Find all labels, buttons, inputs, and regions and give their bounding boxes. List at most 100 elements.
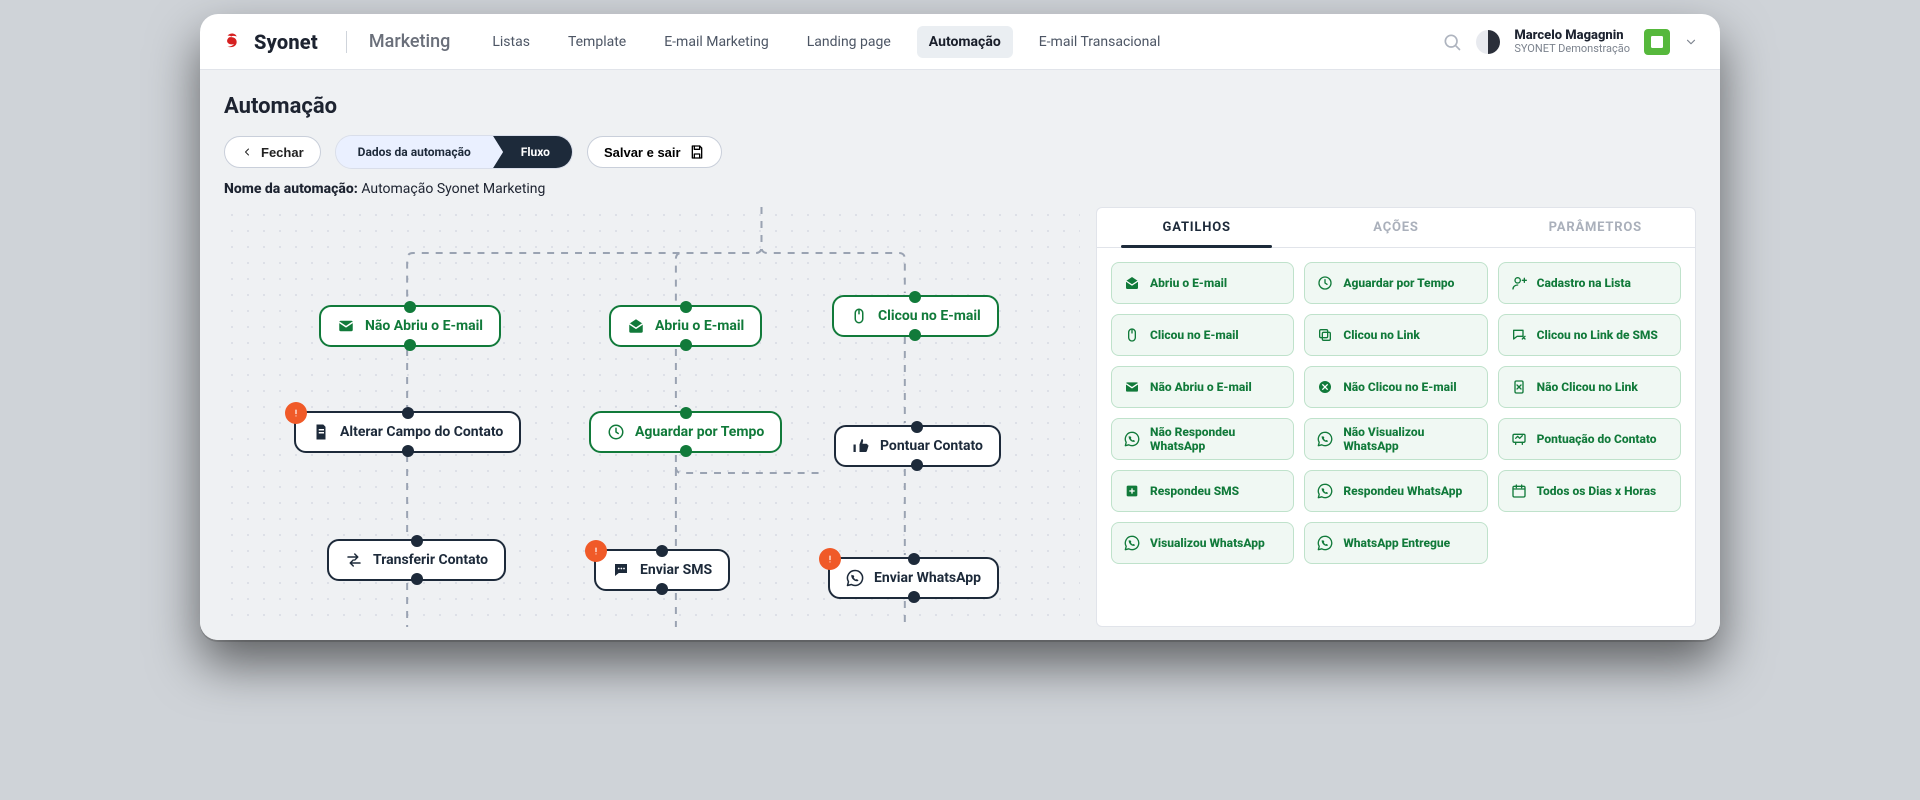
palette-item-label: Respondeu SMS xyxy=(1150,484,1239,498)
brand-mark-icon xyxy=(222,31,244,53)
clock-icon xyxy=(1317,275,1333,291)
app-frame: Syonet Marketing Listas Template E-mail … xyxy=(200,14,1720,640)
node-alterar-campo[interactable]: Alterar Campo do Contato xyxy=(294,411,521,453)
save-icon xyxy=(689,144,705,160)
mail-open-icon xyxy=(627,317,645,335)
brand-divider xyxy=(346,31,347,53)
step-dados[interactable]: Dados da automação xyxy=(336,136,493,168)
palette-item[interactable]: Todos os Dias x Horas xyxy=(1498,470,1681,512)
warning-badge-icon xyxy=(585,540,607,562)
tab-gatilhos[interactable]: GATILHOS xyxy=(1097,208,1296,247)
node-enviar-whatsapp[interactable]: Enviar WhatsApp xyxy=(828,557,999,599)
search-icon[interactable] xyxy=(1442,32,1462,52)
swap-icon xyxy=(345,551,363,569)
palette-item-label: Respondeu WhatsApp xyxy=(1343,484,1462,498)
tab-acoes[interactable]: AÇÕES xyxy=(1296,208,1495,247)
mouse-icon xyxy=(1124,327,1140,343)
palette-item[interactable]: Pontuação do Contato xyxy=(1498,418,1681,460)
palette-item-label: Visualizou WhatsApp xyxy=(1150,536,1265,550)
palette-item[interactable]: Visualizou WhatsApp xyxy=(1111,522,1294,564)
palette-item-label: Não Clicou no E-mail xyxy=(1343,380,1456,394)
save-exit-button[interactable]: Salvar e sair xyxy=(587,136,722,168)
mouse-icon xyxy=(850,307,868,325)
nav-email-mkt[interactable]: E-mail Marketing xyxy=(652,26,781,58)
clock-icon xyxy=(607,423,625,441)
page-title: Automação xyxy=(224,94,1696,119)
mail-x-icon xyxy=(1317,379,1333,395)
theme-toggle-icon[interactable] xyxy=(1476,30,1500,54)
nav-listas[interactable]: Listas xyxy=(480,26,542,58)
chevron-down-icon[interactable] xyxy=(1684,35,1698,49)
step-fluxo[interactable]: Fluxo xyxy=(493,136,572,168)
whatsapp-icon xyxy=(1317,535,1333,551)
close-button[interactable]: Fechar xyxy=(224,136,321,168)
palette-item[interactable]: Respondeu SMS xyxy=(1111,470,1294,512)
wizard-toolbar: Fechar Dados da automação Fluxo Salvar e… xyxy=(224,135,1696,169)
palette-item-label: Cadastro na Lista xyxy=(1537,276,1631,290)
automation-name-label: Nome da automação: xyxy=(224,181,358,197)
whatsapp-icon xyxy=(1124,535,1140,551)
whatsapp-icon xyxy=(846,569,864,587)
save-exit-label: Salvar e sair xyxy=(604,145,681,160)
plus-square-icon xyxy=(1124,483,1140,499)
node-aguardar-tempo[interactable]: Aguardar por Tempo xyxy=(589,411,782,453)
flow-canvas[interactable]: Não Abriu o E-mail Abriu o E-mail Clicou… xyxy=(224,207,1080,627)
palette-item[interactable]: Não Respondeu WhatsApp xyxy=(1111,418,1294,460)
user-add-icon xyxy=(1511,275,1527,291)
palette-item-label: Pontuação do Contato xyxy=(1537,432,1657,446)
node-label: Pontuar Contato xyxy=(880,438,983,454)
tab-parametros[interactable]: PARÂMETROS xyxy=(1496,208,1695,247)
whatsapp-icon xyxy=(1317,431,1333,447)
node-label: Clicou no E-mail xyxy=(878,308,981,324)
palette-item[interactable]: Não Clicou no Link xyxy=(1498,366,1681,408)
user-info[interactable]: Marcelo Magagnin SYONET Demonstração xyxy=(1514,29,1630,54)
brand-logo: Syonet xyxy=(222,30,318,54)
palette-item[interactable]: Não Abriu o E-mail xyxy=(1111,366,1294,408)
palette-item[interactable]: WhatsApp Entregue xyxy=(1304,522,1487,564)
palette-item[interactable]: Clicou no Link de SMS xyxy=(1498,314,1681,356)
node-nao-abriu-email[interactable]: Não Abriu o E-mail xyxy=(319,305,501,347)
node-abriu-email[interactable]: Abriu o E-mail xyxy=(609,305,762,347)
palette-item[interactable]: Não Clicou no E-mail xyxy=(1304,366,1487,408)
node-label: Enviar WhatsApp xyxy=(874,570,981,586)
chevron-left-icon xyxy=(241,146,253,158)
nav-email-trans[interactable]: E-mail Transacional xyxy=(1027,26,1173,58)
top-nav: Listas Template E-mail Marketing Landing… xyxy=(480,26,1172,58)
app-header: Syonet Marketing Listas Template E-mail … xyxy=(200,14,1720,70)
nav-landing-page[interactable]: Landing page xyxy=(795,26,903,58)
mail-icon xyxy=(1124,379,1140,395)
close-label: Fechar xyxy=(261,145,304,160)
user-name: Marcelo Magagnin xyxy=(1514,29,1630,43)
copy-icon xyxy=(1317,327,1333,343)
palette-item-label: Não Visualizou WhatsApp xyxy=(1343,425,1474,453)
mail-icon xyxy=(337,317,355,335)
palette-item-label: Aguardar por Tempo xyxy=(1343,276,1454,290)
palette-item-label: Não Abriu o E-mail xyxy=(1150,380,1252,394)
tenant-icon[interactable] xyxy=(1644,29,1670,55)
node-transferir-contato[interactable]: Transferir Contato xyxy=(327,539,506,581)
palette-item-label: Clicou no Link xyxy=(1343,328,1420,342)
palette-item-label: Abriu o E-mail xyxy=(1150,276,1227,290)
palette-item[interactable]: Respondeu WhatsApp xyxy=(1304,470,1487,512)
palette-item[interactable]: Não Visualizou WhatsApp xyxy=(1304,418,1487,460)
nav-template[interactable]: Template xyxy=(556,26,638,58)
node-label: Enviar SMS xyxy=(640,562,712,578)
palette-item-label: Clicou no Link de SMS xyxy=(1537,328,1658,342)
node-enviar-sms[interactable]: Enviar SMS xyxy=(594,549,730,591)
node-pontuar-contato[interactable]: Pontuar Contato xyxy=(834,425,1001,467)
nav-automacao[interactable]: Automação xyxy=(917,26,1013,58)
page-body: Automação Fechar Dados da automação Flux… xyxy=(200,70,1720,640)
palette-item-label: Não Clicou no Link xyxy=(1537,380,1638,394)
palette-item[interactable]: Abriu o E-mail xyxy=(1111,262,1294,304)
palette-item[interactable]: Clicou no E-mail xyxy=(1111,314,1294,356)
palette-item[interactable]: Cadastro na Lista xyxy=(1498,262,1681,304)
palette-item[interactable]: Clicou no Link xyxy=(1304,314,1487,356)
palette-item[interactable]: Aguardar por Tempo xyxy=(1304,262,1487,304)
palette-item-label: Clicou no E-mail xyxy=(1150,328,1239,342)
page-icon xyxy=(312,423,330,441)
score-icon xyxy=(1511,431,1527,447)
automation-name-row: Nome da automação: Automação Syonet Mark… xyxy=(224,181,1696,197)
warning-badge-icon xyxy=(285,402,307,424)
node-clicou-email[interactable]: Clicou no E-mail xyxy=(832,295,999,337)
brand-name: Syonet xyxy=(254,30,318,54)
